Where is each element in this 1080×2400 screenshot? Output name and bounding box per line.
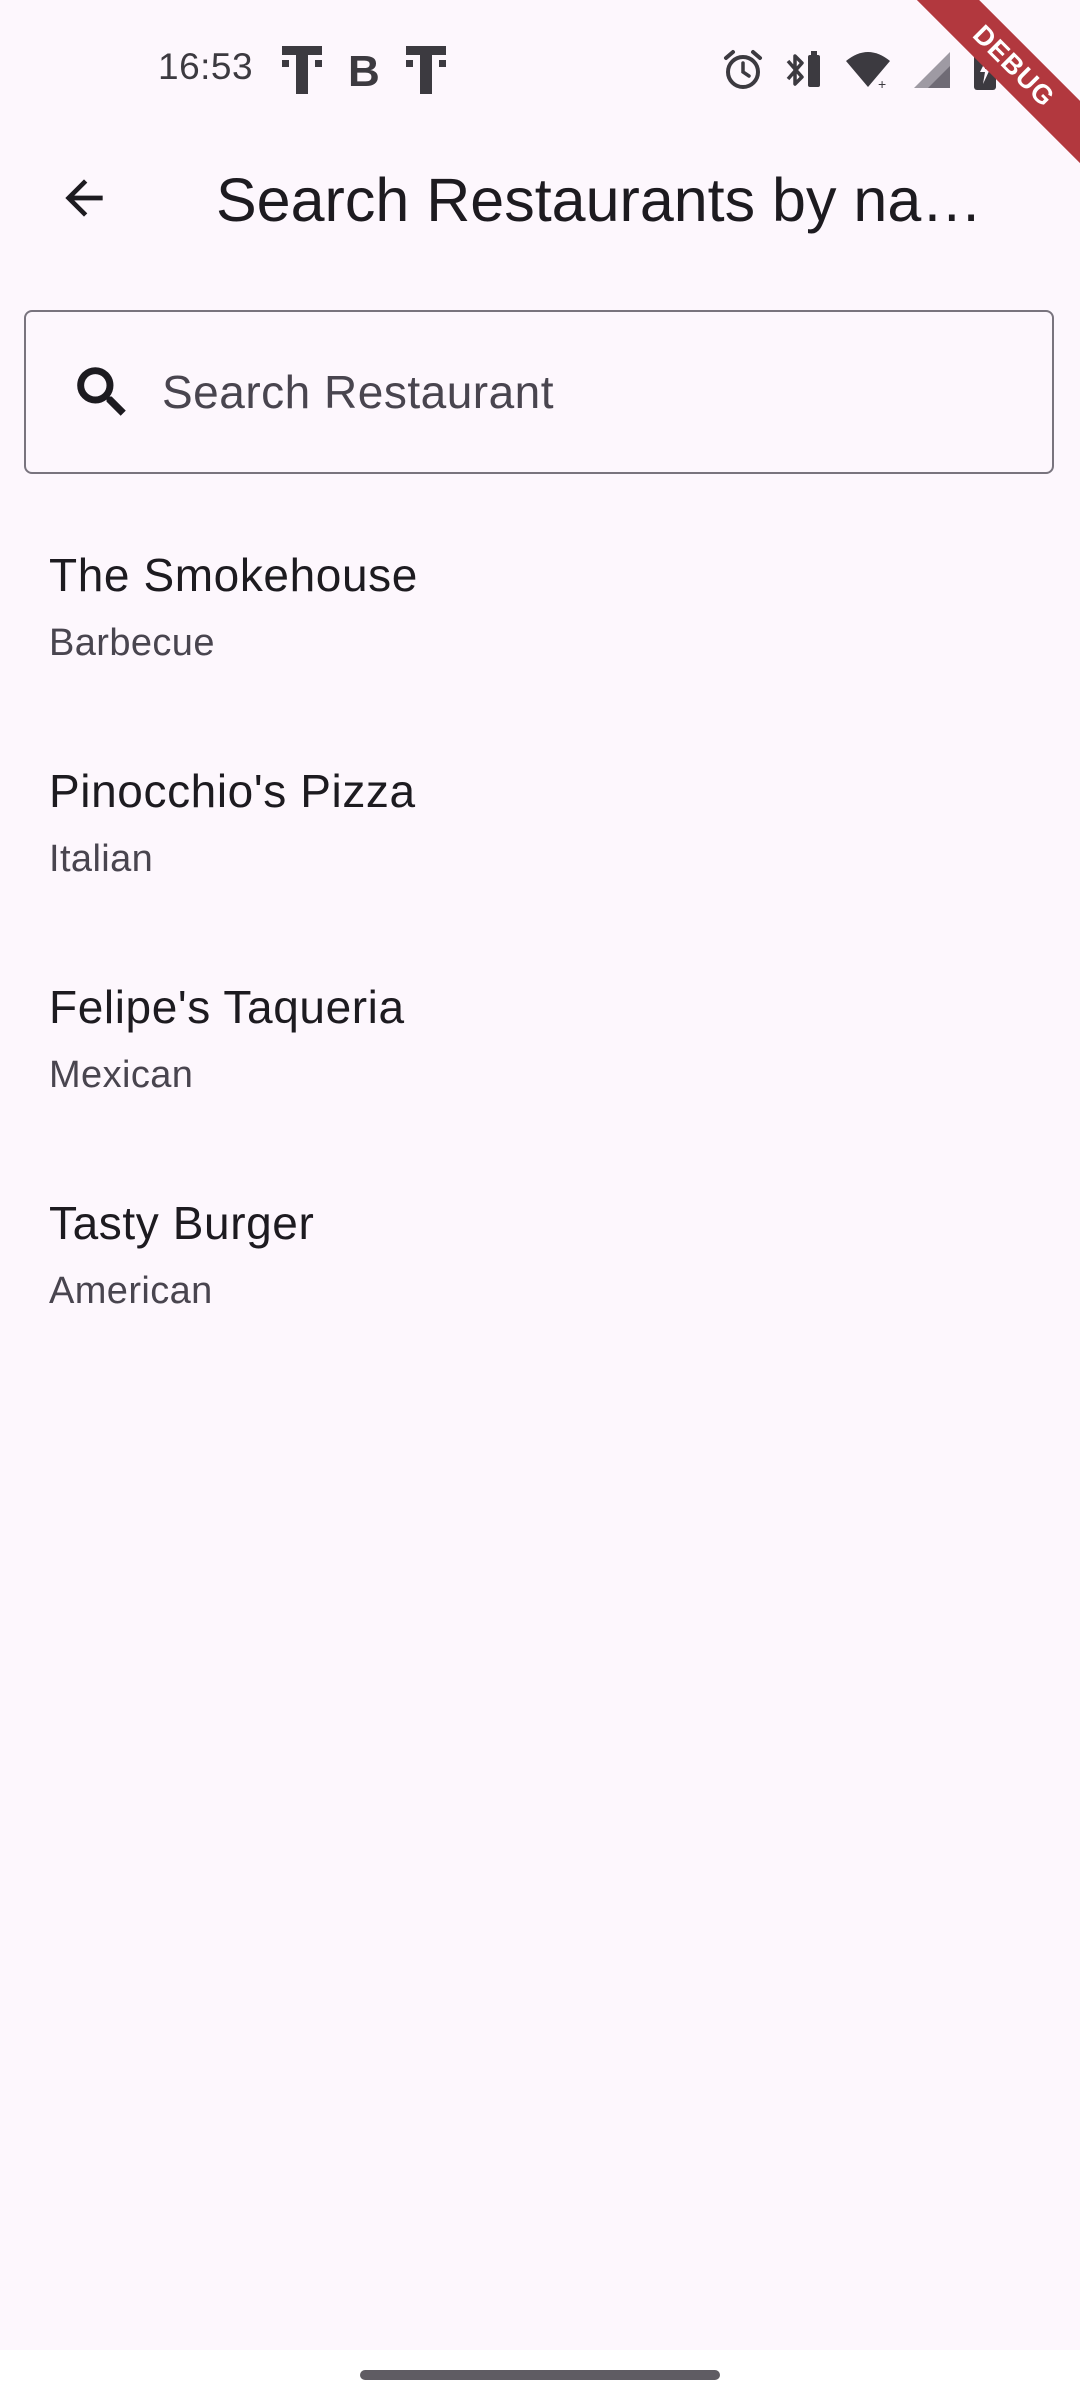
restaurant-cuisine: American (49, 1270, 213, 1312)
status-right-icons: + (722, 48, 998, 92)
restaurant-cuisine: Mexican (49, 1054, 194, 1096)
list-item[interactable]: Tasty Burger American (0, 1168, 1080, 1384)
list-item[interactable]: Felipe's Taqueria Mexican (0, 952, 1080, 1168)
wifi-icon: + (844, 49, 892, 91)
restaurant-name: Felipe's Taqueria (49, 981, 405, 1033)
restaurant-name: The Smokehouse (49, 549, 418, 601)
telekom-icon (404, 44, 448, 96)
gesture-navigation-bar (0, 2350, 1080, 2400)
status-time: 16:53 (158, 46, 254, 87)
telekom-icon (280, 44, 324, 96)
b-icon: B (346, 48, 382, 92)
page-title: Search Restaurants by na… (216, 166, 983, 234)
list-item[interactable]: The Smokehouse Barbecue (0, 520, 1080, 736)
back-button[interactable] (36, 162, 132, 238)
signal-icon (912, 50, 952, 90)
bluetooth-battery-icon (784, 49, 824, 91)
restaurant-name: Tasty Burger (49, 1197, 315, 1249)
restaurant-list: The Smokehouse Barbecue Pinocchio's Pizz… (0, 520, 1080, 1384)
search-field[interactable] (24, 310, 1054, 474)
search-icon (66, 356, 138, 428)
restaurant-cuisine: Italian (49, 838, 154, 880)
alarm-icon (722, 49, 764, 91)
restaurant-cuisine: Barbecue (49, 622, 215, 664)
list-item[interactable]: Pinocchio's Pizza Italian (0, 736, 1080, 952)
restaurant-name: Pinocchio's Pizza (49, 765, 416, 817)
svg-text:B: B (348, 48, 380, 92)
app-bar: Search Restaurants by na… (0, 140, 1080, 260)
gesture-handle[interactable] (360, 2370, 720, 2380)
battery-charging-icon (972, 48, 998, 92)
status-bar: 16:53 B + (0, 0, 1080, 140)
svg-text:+: + (878, 76, 886, 91)
arrow-back-icon (56, 170, 112, 231)
status-left-icons: B (280, 44, 448, 96)
search-input[interactable] (160, 341, 1052, 443)
